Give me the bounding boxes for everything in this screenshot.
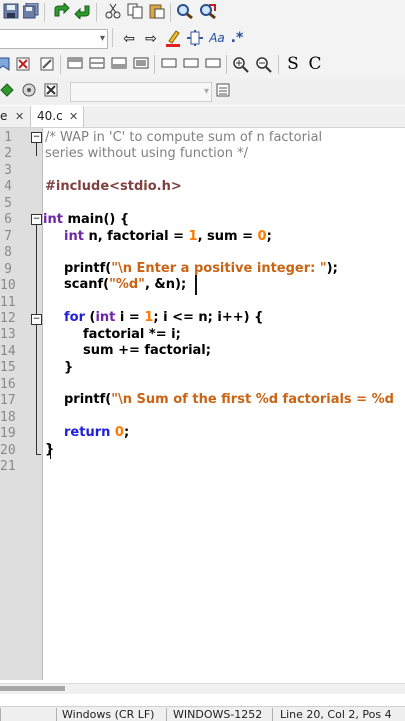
function-icon[interactable] bbox=[186, 29, 204, 47]
line-number: 7 bbox=[4, 228, 12, 244]
code-close-brace: } bbox=[64, 360, 74, 375]
match-case-icon[interactable]: Aa bbox=[208, 29, 226, 47]
line-number: 3 bbox=[4, 162, 12, 178]
code-comment: series without using function */ bbox=[45, 146, 248, 161]
build-icon[interactable] bbox=[20, 82, 38, 100]
target-combo[interactable]: ▾ bbox=[70, 82, 212, 102]
line-number: 1 bbox=[4, 130, 12, 145]
run-toolbar: ▾ bbox=[0, 78, 405, 105]
save-all-icon[interactable] bbox=[22, 2, 40, 21]
line-number: 20 bbox=[0, 442, 16, 458]
forward-icon[interactable]: ⇨ bbox=[142, 30, 160, 48]
line-number: 2 bbox=[4, 146, 12, 162]
code-printf-line: printf("\n Enter a positive integer: "); bbox=[64, 261, 338, 276]
line-number: 12 bbox=[0, 310, 16, 326]
close-icon[interactable]: ✕ bbox=[69, 106, 78, 127]
code-editor[interactable]: /* WAP in 'C' to compute sum of n factor… bbox=[43, 128, 405, 680]
code-main-line: int main() { bbox=[43, 212, 130, 227]
tab-bar: e 40.c ✕ ✕ bbox=[0, 106, 405, 128]
back-icon[interactable]: ⇦ bbox=[120, 30, 138, 48]
highlight-icon[interactable] bbox=[164, 29, 182, 47]
layout-2-icon[interactable] bbox=[88, 56, 106, 74]
status-line-ending[interactable]: Windows (CR LF) bbox=[62, 708, 154, 721]
clear-icon[interactable] bbox=[14, 56, 32, 74]
layout-3-icon[interactable] bbox=[110, 56, 128, 74]
code-return-line: return 0; bbox=[64, 425, 130, 440]
code-comment: /* WAP in 'C' to compute sum of n factor… bbox=[45, 130, 323, 145]
chevron-down-icon[interactable]: ▾ bbox=[204, 83, 209, 101]
tab-label: 40.c bbox=[37, 109, 63, 123]
line-number: 18 bbox=[0, 409, 16, 425]
line-number: 19 bbox=[0, 426, 16, 442]
code-for-line: for (int i = 1; i <= n; i++) { bbox=[64, 310, 264, 325]
line-number: 10 bbox=[0, 278, 16, 294]
status-position: Line 20, Col 2, Pos 4 bbox=[280, 708, 392, 721]
line-number: 4 bbox=[4, 179, 12, 195]
search-toolbar: ▾ ⇦ ⇨ Aa .* bbox=[0, 25, 405, 53]
code-include: #include<stdio.h> bbox=[45, 179, 182, 194]
text-cursor-icon bbox=[195, 275, 197, 295]
copy-icon[interactable] bbox=[126, 3, 144, 21]
redo-icon[interactable] bbox=[52, 1, 70, 21]
caret bbox=[50, 444, 51, 459]
line-number: 8 bbox=[4, 245, 12, 261]
line-number: 5 bbox=[4, 195, 12, 211]
line-number: 9 bbox=[4, 261, 12, 277]
clear-bookmarks-icon[interactable] bbox=[38, 56, 56, 74]
paste-icon[interactable] bbox=[148, 3, 166, 21]
box-1-icon[interactable] bbox=[160, 56, 178, 74]
cut-icon[interactable] bbox=[104, 3, 122, 21]
layout-4-icon[interactable] bbox=[132, 56, 150, 74]
list-icon[interactable] bbox=[214, 82, 232, 100]
main-toolbar bbox=[0, 0, 405, 26]
line-number: 15 bbox=[0, 360, 16, 376]
box-3-icon[interactable] bbox=[204, 56, 222, 74]
letter-s-icon[interactable]: S bbox=[284, 55, 302, 73]
line-number: 6 bbox=[4, 212, 12, 228]
line-number: 13 bbox=[0, 327, 16, 343]
stop-icon[interactable] bbox=[42, 82, 60, 100]
close-icon[interactable]: ✕ bbox=[15, 110, 24, 123]
compile-icon[interactable] bbox=[0, 82, 16, 100]
code-loop-body: sum += factorial; bbox=[83, 343, 211, 358]
letter-c-icon[interactable]: C bbox=[306, 55, 324, 73]
code-decl-line: int n, factorial = 1, sum = 0; bbox=[64, 229, 272, 244]
line-number: 14 bbox=[0, 343, 16, 359]
layout-1-icon[interactable] bbox=[66, 56, 84, 74]
status-bar: Windows (CR LF) WINDOWS-1252 Line 20, Co… bbox=[0, 706, 405, 721]
regex-icon[interactable]: .* bbox=[228, 29, 246, 47]
line-number-gutter: 1 2 3 4 5 6 7 8 9 10 11 12 13 14 15 16 17 18 19 20 21 − − − bbox=[0, 128, 43, 680]
save-icon[interactable] bbox=[2, 3, 20, 21]
box-2-icon[interactable] bbox=[182, 56, 200, 74]
code-loop-body: factorial *= i; bbox=[83, 327, 181, 342]
zoom-in-icon[interactable] bbox=[232, 56, 250, 74]
search-combo[interactable]: ▾ bbox=[0, 29, 108, 49]
tab-40c[interactable]: 40.c ✕ bbox=[30, 106, 84, 127]
line-number: 16 bbox=[0, 376, 16, 392]
bookmark-icon[interactable] bbox=[0, 56, 12, 74]
fold-toggle-icon[interactable]: − bbox=[31, 314, 42, 325]
chevron-down-icon[interactable]: ▾ bbox=[100, 30, 105, 48]
status-encoding[interactable]: WINDOWS-1252 bbox=[173, 708, 262, 721]
line-number: 11 bbox=[0, 294, 16, 310]
view-toolbar: S C bbox=[0, 52, 405, 79]
horizontal-scrollbar[interactable] bbox=[0, 683, 405, 694]
zoom-out-icon[interactable] bbox=[255, 56, 273, 74]
line-number: 17 bbox=[0, 393, 16, 409]
line-number: 21 bbox=[0, 459, 16, 474]
undo-icon[interactable] bbox=[74, 3, 92, 21]
find-icon[interactable] bbox=[176, 3, 194, 21]
code-scanf-line: scanf("%d", &n); bbox=[64, 277, 187, 292]
tab-label: e bbox=[0, 109, 8, 123]
replace-icon[interactable] bbox=[199, 3, 217, 21]
code-printf-line: printf("\n Sum of the first %d factorial… bbox=[64, 392, 394, 407]
scrollbar-thumb[interactable] bbox=[0, 686, 65, 691]
